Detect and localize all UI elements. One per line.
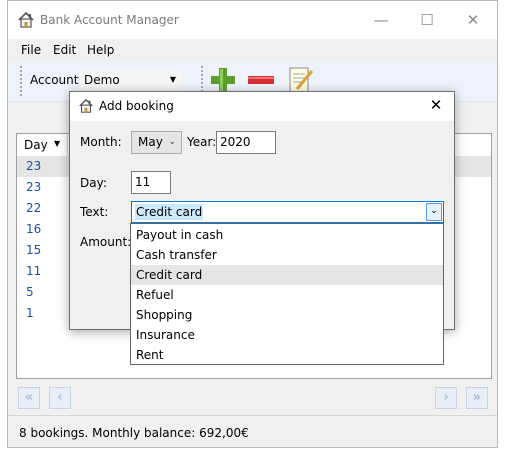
day-cell: 22 bbox=[26, 201, 42, 215]
option-label: Insurance bbox=[136, 328, 195, 342]
option-label: Payout in cash bbox=[136, 228, 224, 242]
option-label: Shopping bbox=[136, 308, 193, 322]
sort-down-icon: ▼ bbox=[54, 139, 61, 148]
option-label: Credit card bbox=[136, 268, 203, 282]
month-select[interactable]: May ⌄ bbox=[131, 131, 182, 154]
text-dropdown-list[interactable]: Payout in cash Cash transfer Credit card… bbox=[130, 223, 444, 365]
menu-file[interactable]: File bbox=[21, 43, 41, 57]
next-page-button[interactable]: › bbox=[435, 387, 457, 409]
title-bar: Bank Account Manager — ☐ ✕ bbox=[8, 1, 497, 39]
amount-label: Amount: bbox=[80, 235, 132, 249]
menu-edit[interactable]: Edit bbox=[53, 43, 76, 57]
menu-bar: File Edit Help bbox=[8, 39, 497, 61]
account-select[interactable]: Demo ▼ bbox=[80, 70, 182, 90]
day-label: Day: bbox=[80, 176, 107, 190]
day-cell: 23 bbox=[26, 159, 42, 173]
month-value: May bbox=[138, 135, 163, 149]
option-label: Rent bbox=[136, 348, 164, 362]
status-bar: 8 bookings. Monthly balance: 692,00€ bbox=[8, 415, 497, 448]
option-refuel[interactable]: Refuel bbox=[131, 285, 443, 305]
home-icon bbox=[18, 11, 34, 28]
year-label: Year: bbox=[187, 135, 217, 149]
year-field[interactable]: 2020 bbox=[216, 131, 276, 154]
minimize-button[interactable]: — bbox=[359, 7, 403, 33]
option-payout-in-cash[interactable]: Payout in cash bbox=[131, 225, 443, 245]
prev-page-button[interactable]: ‹ bbox=[49, 387, 71, 409]
day-cell: 5 bbox=[26, 285, 34, 299]
option-label: Cash transfer bbox=[136, 248, 217, 262]
first-page-button[interactable]: « bbox=[18, 387, 40, 409]
status-text: 8 bookings. Monthly balance: 692,00€ bbox=[19, 426, 249, 440]
option-shopping[interactable]: Shopping bbox=[131, 305, 443, 325]
day-cell: 23 bbox=[26, 180, 42, 194]
close-button[interactable]: ✕ bbox=[451, 7, 495, 33]
toolbar-grip[interactable] bbox=[19, 65, 23, 97]
account-value: Demo bbox=[84, 73, 120, 87]
text-label: Text: bbox=[80, 205, 109, 219]
day-cell: 11 bbox=[26, 264, 42, 278]
day-cell: 15 bbox=[26, 243, 42, 257]
dialog-title-bar: Add booking ✕ bbox=[70, 92, 454, 121]
text-combobox[interactable]: Credit card ⌄ bbox=[131, 201, 444, 223]
column-day-header[interactable]: Day bbox=[24, 138, 48, 152]
window-title: Bank Account Manager bbox=[40, 13, 179, 27]
dialog-title: Add booking bbox=[99, 99, 174, 113]
day-field[interactable]: 11 bbox=[131, 171, 171, 194]
day-cell: 1 bbox=[26, 306, 34, 320]
month-label: Month: bbox=[80, 135, 122, 149]
option-label: Refuel bbox=[136, 288, 174, 302]
text-value[interactable]: Credit card bbox=[135, 204, 204, 220]
option-cash-transfer[interactable]: Cash transfer bbox=[131, 245, 443, 265]
option-insurance[interactable]: Insurance bbox=[131, 325, 443, 345]
close-icon[interactable]: ✕ bbox=[426, 95, 446, 115]
option-rent[interactable]: Rent bbox=[131, 345, 443, 365]
chevron-down-icon: ▼ bbox=[169, 75, 176, 84]
last-page-button[interactable]: » bbox=[466, 387, 488, 409]
day-cell: 16 bbox=[26, 222, 42, 236]
chevron-down-icon: ⌄ bbox=[168, 137, 176, 147]
option-credit-card[interactable]: Credit card bbox=[131, 265, 443, 285]
menu-help[interactable]: Help bbox=[87, 43, 114, 57]
maximize-button[interactable]: ☐ bbox=[405, 7, 449, 33]
account-label: Account: bbox=[30, 73, 83, 87]
chevron-down-icon[interactable]: ⌄ bbox=[426, 203, 442, 221]
home-icon bbox=[79, 98, 93, 113]
column-divider[interactable] bbox=[67, 134, 68, 156]
